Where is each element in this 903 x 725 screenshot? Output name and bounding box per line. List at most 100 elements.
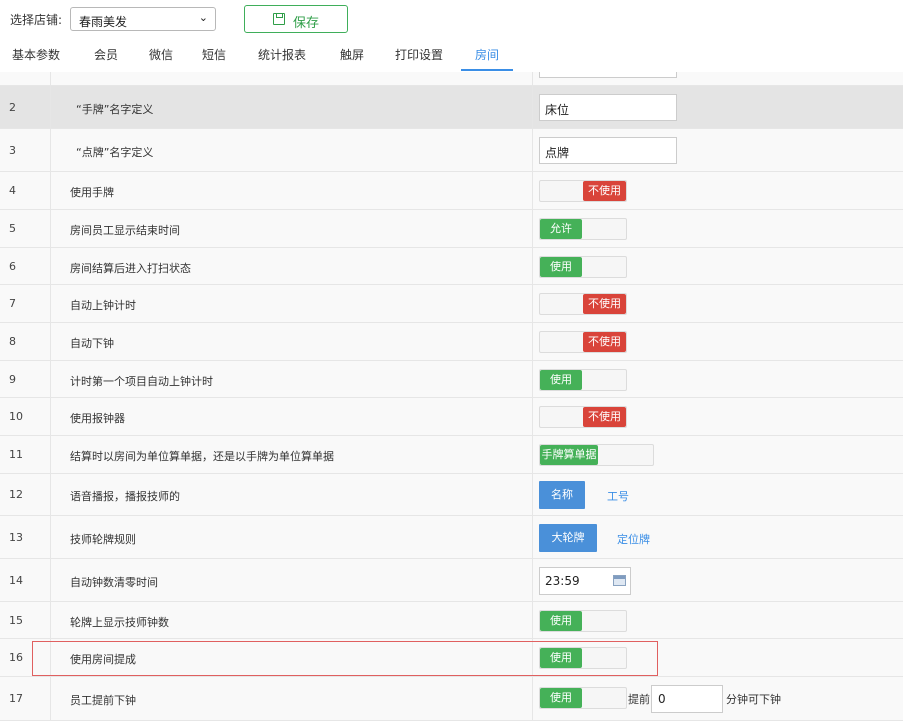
table-row <box>0 72 903 86</box>
toggle-switch[interactable]: 使用 <box>539 610 627 632</box>
input-value: 23:59 <box>545 574 580 588</box>
toggle-switch[interactable]: 不使用 <box>539 406 627 428</box>
option-big-rotation-button[interactable]: 大轮牌 <box>539 524 597 552</box>
toggle-switch[interactable]: 不使用 <box>539 293 627 315</box>
setting-label: 自动下钟 <box>70 337 114 350</box>
switch-off-label: 不使用 <box>583 332 626 352</box>
option-job-number-link[interactable]: 工号 <box>607 488 629 504</box>
setting-label: 结算时以房间为单位算单据，还是以手牌为单位算单据 <box>70 450 334 463</box>
table-row: 5 房间员工显示结束时间 允许 <box>0 210 903 248</box>
table-row: 4 使用手牌 不使用 <box>0 172 903 210</box>
row-index: 17 <box>9 692 23 705</box>
setting-label: 自动上钟计时 <box>70 299 136 312</box>
option-name-button[interactable]: 名称 <box>539 481 585 509</box>
setting-label: 员工提前下钟 <box>70 694 136 707</box>
table-row: 13 技师轮牌规则 大轮牌 定位牌 <box>0 516 903 559</box>
input-value: 点牌 <box>545 146 570 160</box>
toggle-switch[interactable]: 使用 <box>539 369 627 391</box>
tab-touchscreen[interactable]: 触屏 <box>340 46 364 63</box>
switch-on-label: 允许 <box>540 219 582 239</box>
table-row: 6 房间结算后进入打扫状态 使用 <box>0 248 903 285</box>
save-button[interactable]: 保存 <box>244 5 348 33</box>
point-card-name-input[interactable]: 点牌 <box>539 137 677 164</box>
table-row: 9 计时第一个项目自动上钟计时 使用 <box>0 361 903 398</box>
row-index: 4 <box>9 184 16 197</box>
setting-label: 技师轮牌规则 <box>70 533 136 546</box>
room-settings-table: 2 “手牌”名字定义 床位 3 “点牌”名字定义 点牌 4 使用手牌 不使用 5… <box>0 72 903 725</box>
setting-label: “手牌”名字定义 <box>76 103 154 116</box>
store-select[interactable]: 春雨美发 ⌄ <box>70 7 216 31</box>
setting-label: 使用手牌 <box>70 186 114 199</box>
setting-label: 房间结算后进入打扫状态 <box>70 262 191 275</box>
switch-on-label: 使用 <box>540 611 582 631</box>
switch-off-label: 不使用 <box>583 294 626 314</box>
setting-label: 语音播报，播报技师的 <box>70 490 180 503</box>
toggle-switch[interactable]: 使用 <box>539 647 627 669</box>
setting-label: 使用报钟器 <box>70 412 125 425</box>
row-index: 15 <box>9 614 23 627</box>
toggle-switch[interactable]: 使用 <box>539 256 627 278</box>
row-index: 11 <box>9 448 23 461</box>
floppy-disk-icon <box>273 13 285 25</box>
text-input[interactable] <box>539 72 677 78</box>
table-row: 14 自动钟数清零时间 23:59 <box>0 559 903 602</box>
setting-label: 使用房间提成 <box>70 653 136 666</box>
tab-wechat[interactable]: 微信 <box>149 46 173 63</box>
table-row: 3 “点牌”名字定义 点牌 <box>0 129 903 172</box>
option-fixed-position-link[interactable]: 定位牌 <box>617 531 650 547</box>
switch-on-label: 手牌算单据 <box>540 445 598 465</box>
row-index: 5 <box>9 222 16 235</box>
switch-on-label: 使用 <box>540 648 582 668</box>
toggle-switch[interactable]: 不使用 <box>539 331 627 353</box>
table-row: 12 语音播报，播报技师的 名称 工号 <box>0 474 903 516</box>
row-index: 9 <box>9 373 16 386</box>
store-select-label: 选择店铺: <box>10 13 63 27</box>
input-value: 床位 <box>545 103 570 117</box>
toggle-switch[interactable]: 允许 <box>539 218 627 240</box>
row-index: 2 <box>9 101 16 114</box>
tab-basic[interactable]: 基本参数 <box>12 46 60 63</box>
table-row: 10 使用报钟器 不使用 <box>0 398 903 436</box>
setting-label: 房间员工显示结束时间 <box>70 224 180 237</box>
save-button-label: 保存 <box>293 16 320 31</box>
toggle-switch[interactable]: 使用 <box>539 687 627 709</box>
tab-reports[interactable]: 统计报表 <box>258 46 306 63</box>
table-row: 7 自动上钟计时 不使用 <box>0 285 903 323</box>
table-row: 11 结算时以房间为单位算单据，还是以手牌为单位算单据 手牌算单据 <box>0 436 903 474</box>
toggle-switch[interactable]: 不使用 <box>539 180 627 202</box>
row-index: 14 <box>9 574 23 587</box>
table-row: 16 使用房间提成 使用 <box>0 639 903 677</box>
hand-card-name-input[interactable]: 床位 <box>539 94 677 121</box>
settings-tabs: 基本参数 会员 微信 短信 统计报表 触屏 打印设置 房间 <box>0 40 903 72</box>
input-value: 0 <box>658 692 666 706</box>
row-index: 10 <box>9 410 23 423</box>
setting-label: “点牌”名字定义 <box>76 146 154 159</box>
tab-room[interactable]: 房间 <box>475 46 499 63</box>
row-index: 12 <box>9 488 23 501</box>
row-index: 13 <box>9 531 23 544</box>
reset-time-input[interactable]: 23:59 <box>539 567 631 595</box>
table-row: 8 自动下钟 不使用 <box>0 323 903 361</box>
row-index: 7 <box>9 297 16 310</box>
advance-suffix-label: 分钟可下钟 <box>726 693 781 706</box>
table-row: 17 员工提前下钟 使用 提前 0 分钟可下钟 <box>0 677 903 721</box>
table-row: 2 “手牌”名字定义 床位 <box>0 86 903 129</box>
setting-label: 自动钟数清零时间 <box>70 576 158 589</box>
switch-on-label: 使用 <box>540 688 582 708</box>
tab-print[interactable]: 打印设置 <box>395 46 443 63</box>
toolbar: 选择店铺: 春雨美发 ⌄ 保存 <box>0 0 903 40</box>
tab-sms[interactable]: 短信 <box>202 46 226 63</box>
toggle-switch[interactable]: 手牌算单据 <box>539 444 654 466</box>
switch-off-label: 不使用 <box>583 181 626 201</box>
row-index: 8 <box>9 335 16 348</box>
row-index: 3 <box>9 144 16 157</box>
chevron-down-icon: ⌄ <box>198 11 208 24</box>
advance-prefix-label: 提前 <box>628 693 650 706</box>
calendar-icon[interactable] <box>613 575 626 586</box>
switch-on-label: 使用 <box>540 257 582 277</box>
table-row: 15 轮牌上显示技师钟数 使用 <box>0 602 903 639</box>
store-select-value: 春雨美发 <box>79 15 128 29</box>
advance-minutes-input[interactable]: 0 <box>651 685 723 713</box>
tab-member[interactable]: 会员 <box>94 46 118 63</box>
active-tab-indicator <box>461 69 513 71</box>
